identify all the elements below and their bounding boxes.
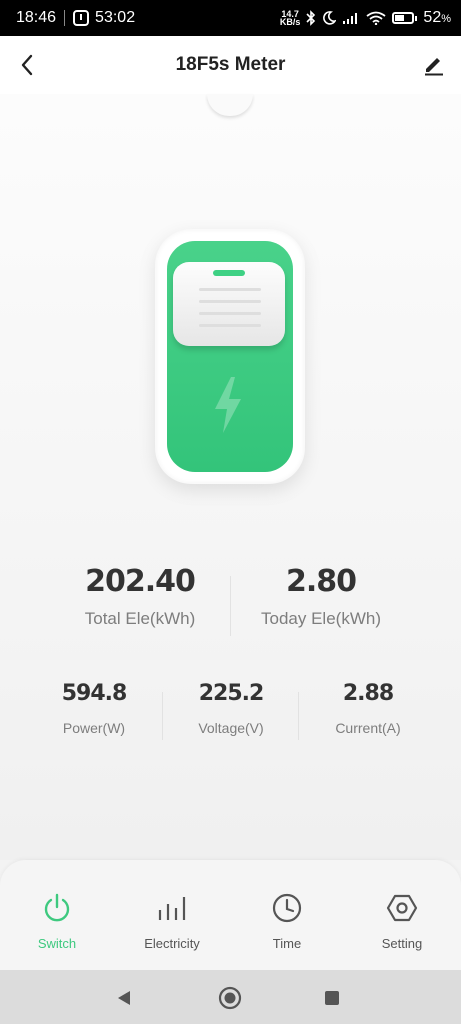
stat-label: Power(W) <box>62 720 126 736</box>
main-content: 202.40 Total Ele(kWh) 2.80 Today Ele(kWh… <box>0 94 461 860</box>
tab-setting[interactable]: Setting <box>352 888 452 951</box>
stat-value: 2.88 <box>342 681 394 706</box>
battery-percent: 52% <box>423 9 451 26</box>
chevron-left-icon <box>21 54 33 76</box>
signal-icon <box>343 13 358 24</box>
system-navigation-bar <box>0 970 461 1024</box>
system-home-button[interactable] <box>216 984 244 1012</box>
device-switch[interactable] <box>155 229 305 484</box>
stat-total-ele: 202.40 Total Ele(kWh) <box>40 564 240 629</box>
back-triangle-icon <box>118 991 130 1005</box>
status-bar: 18:46 53:02 14.7 KB/s 52% <box>0 0 461 36</box>
tab-label: Electricity <box>144 936 200 951</box>
device-cap <box>173 262 285 346</box>
stat-today-ele: 2.80 Today Ele(kWh) <box>221 564 421 629</box>
edit-button[interactable] <box>419 50 449 80</box>
stat-label: Voltage(V) <box>198 720 264 736</box>
cap-line <box>199 300 261 303</box>
stat-label: Total Ele(kWh) <box>84 609 196 628</box>
stat-label: Today Ele(kWh) <box>261 609 381 628</box>
divider <box>162 692 163 740</box>
stat-value: 594.8 <box>61 681 128 706</box>
timer-icon <box>73 10 90 26</box>
tab-label: Setting <box>381 936 423 951</box>
tab-label: Time <box>272 936 302 951</box>
cap-line <box>199 324 261 327</box>
device-led <box>213 270 245 276</box>
tab-electricity[interactable]: Electricity <box>122 888 222 951</box>
tab-label: Switch <box>37 936 77 951</box>
net-speed-unit: KB/s <box>279 17 301 27</box>
system-back-button[interactable] <box>110 984 138 1012</box>
cap-line <box>199 312 261 315</box>
stat-value: 225.2 <box>198 681 265 706</box>
bluetooth-icon <box>306 10 316 26</box>
pencil-icon <box>425 58 443 76</box>
tab-time[interactable]: Time <box>237 888 337 951</box>
stat-voltage: 225.2 Voltage(V) <box>171 681 291 736</box>
moon-icon <box>323 11 337 25</box>
back-button[interactable] <box>12 50 42 80</box>
stat-power: 594.8 Power(W) <box>34 681 154 736</box>
bottom-navigation: Switch Electricity Time Setting <box>0 860 461 970</box>
battery-icon <box>392 12 418 24</box>
pull-handle[interactable] <box>207 94 253 116</box>
tab-switch[interactable]: Switch <box>7 888 107 951</box>
clock-icon <box>272 893 302 923</box>
stat-current: 2.88 Current(A) <box>308 681 428 736</box>
page-title: 18F5s Meter <box>175 54 286 75</box>
wifi-icon <box>366 11 386 25</box>
divider <box>298 692 299 740</box>
home-circle-icon <box>218 986 242 1010</box>
bar-chart-icon <box>158 897 186 920</box>
app-header: 18F5s Meter <box>0 36 461 94</box>
timer-value: 53:02 <box>95 9 136 26</box>
recents-square-icon <box>325 991 339 1005</box>
status-bar-right: 14.7 KB/s 52% <box>280 9 451 27</box>
status-divider <box>64 10 66 26</box>
stat-value: 2.80 <box>285 564 357 599</box>
system-recents-button[interactable] <box>318 984 346 1012</box>
lightning-bolt-icon <box>215 377 241 433</box>
stat-label: Current(A) <box>335 720 401 736</box>
cap-line <box>199 288 261 291</box>
stat-value: 202.40 <box>85 564 196 599</box>
net-speed: 14.7 KB/s <box>279 10 301 27</box>
hexagon-gear-icon <box>386 894 418 922</box>
clock-time: 18:46 <box>16 9 57 26</box>
status-bar-left: 18:46 53:02 <box>16 9 135 27</box>
power-icon <box>44 893 70 922</box>
